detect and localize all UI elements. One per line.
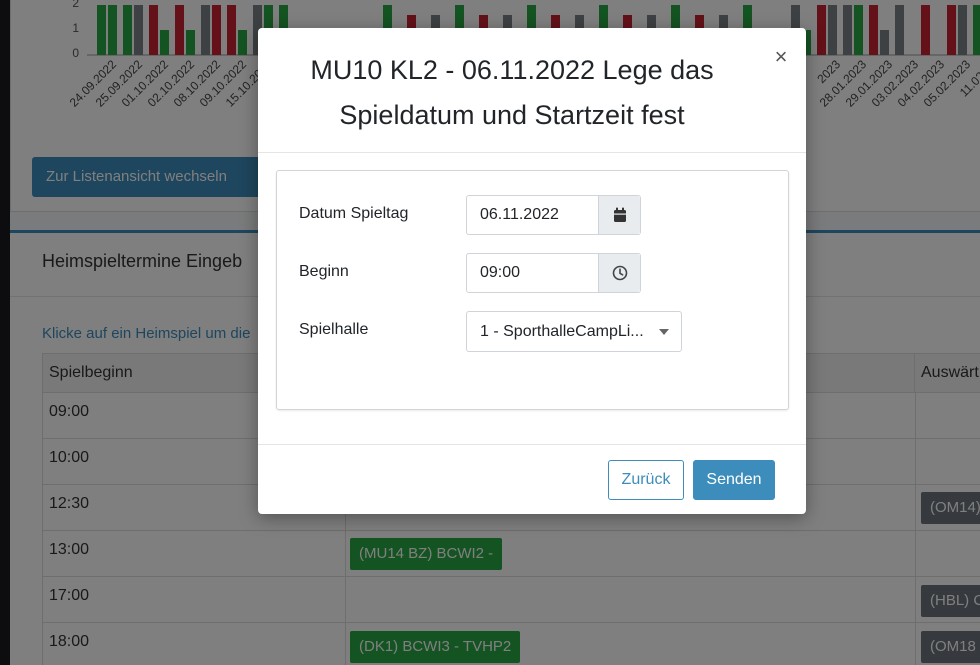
- back-button[interactable]: Zurück: [608, 460, 684, 500]
- send-button[interactable]: Senden: [693, 460, 775, 500]
- hall-value[interactable]: 1 - SporthalleCampLi...: [480, 312, 650, 351]
- calendar-icon[interactable]: [598, 196, 640, 234]
- hall-label: Spielhalle: [299, 321, 369, 338]
- schedule-dialog: MU10 KL2 - 06.11.2022 Lege das Spieldatu…: [258, 28, 806, 514]
- divider: [258, 152, 806, 153]
- clock-glyph: [612, 265, 627, 281]
- chevron-down-icon[interactable]: [659, 329, 669, 335]
- date-field[interactable]: 06.11.2022: [466, 195, 641, 235]
- schedule-form: Datum Spieltag 06.11.2022 Beginn 09:00 S…: [276, 170, 789, 410]
- divider: [258, 444, 806, 445]
- close-icon[interactable]: ×: [770, 44, 792, 70]
- date-label: Datum Spieltag: [299, 205, 409, 222]
- date-value[interactable]: 06.11.2022: [480, 196, 559, 234]
- time-label: Beginn: [299, 263, 349, 280]
- calendar-glyph: [613, 207, 626, 222]
- time-value[interactable]: 09:00: [480, 254, 520, 292]
- clock-icon[interactable]: [598, 254, 640, 292]
- dialog-title: MU10 KL2 - 06.11.2022 Lege das Spieldatu…: [310, 55, 714, 130]
- hall-select[interactable]: 1 - SporthalleCampLi...: [466, 311, 682, 352]
- time-field[interactable]: 09:00: [466, 253, 641, 293]
